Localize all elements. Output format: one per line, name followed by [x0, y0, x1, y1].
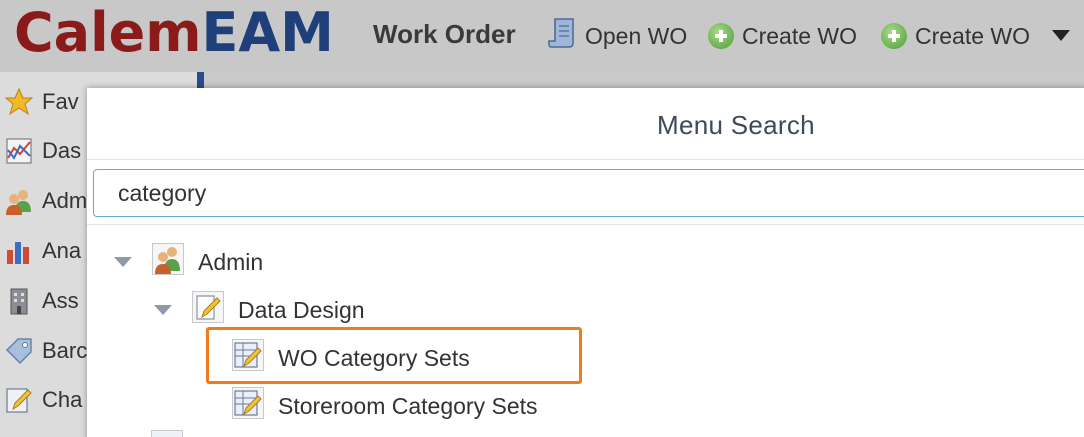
create-wo-button[interactable]: Create WO	[708, 20, 857, 52]
logo-eam-text: EAM	[201, 1, 334, 64]
tree-node-label: Data Design	[238, 296, 365, 323]
sidebar-item-label: Adm	[42, 188, 88, 213]
app-header: CalemEAM Work Order Open WO Create WO Cr…	[0, 0, 1084, 72]
edit-document-icon	[192, 291, 224, 329]
sidebar-item-asset[interactable]: Ass	[4, 283, 79, 319]
app-logo[interactable]: CalemEAM	[14, 2, 334, 64]
sidebar-item-change[interactable]: Cha	[4, 382, 82, 418]
create-wo-label: Create WO	[742, 22, 858, 49]
add-icon	[708, 23, 734, 49]
sidebar-item-label: Ana	[42, 238, 82, 263]
tree-node-admin[interactable]: Admin	[114, 242, 263, 282]
edit-table-icon	[232, 339, 264, 377]
users-icon	[6, 190, 31, 215]
create-wo-label-2: Create WO	[915, 22, 1031, 49]
divider	[87, 224, 1084, 225]
open-wo-label: Open WO	[585, 22, 688, 49]
add-icon	[881, 23, 907, 49]
users-icon	[152, 243, 184, 281]
tag-icon	[6, 338, 32, 364]
chart-line-icon	[6, 138, 32, 164]
logo-calem-text: Calem	[14, 1, 202, 64]
expand-toggle-icon[interactable]	[114, 257, 132, 267]
expand-toggle-icon[interactable]	[154, 305, 172, 315]
divider	[87, 159, 1084, 160]
bar-chart-icon	[7, 242, 29, 264]
menu-search-dialog: Menu Search Admin Data Design	[87, 88, 1084, 437]
sidebar-item-label: Fav	[42, 89, 79, 114]
tree-node-data-design[interactable]: Data Design	[154, 290, 365, 330]
tree-node-partial-icon	[151, 430, 183, 437]
module-title: Work Order	[373, 19, 516, 49]
sidebar-item-label: Cha	[42, 387, 83, 412]
sidebar-item-label: Barc	[42, 338, 88, 363]
sidebar-item-label: Ass	[42, 288, 79, 313]
menu-search-input[interactable]	[93, 169, 1084, 217]
open-wo-button[interactable]: Open WO	[547, 17, 688, 55]
star-icon	[4, 87, 34, 116]
sidebar-item-admin[interactable]: Adm	[4, 183, 87, 219]
edit-icon	[6, 388, 32, 413]
tree-leaf-storeroom-category-sets[interactable]: Storeroom Category Sets	[232, 386, 538, 426]
sidebar-item-favorites[interactable]: Fav	[4, 84, 79, 120]
edit-table-icon	[232, 387, 264, 425]
sidebar-item-dashboard[interactable]: Das	[4, 133, 81, 169]
dialog-title: Menu Search	[657, 110, 815, 140]
tree-node-label: WO Category Sets	[278, 344, 470, 371]
document-icon	[547, 17, 577, 55]
tree-leaf-wo-category-sets[interactable]: WO Category Sets	[232, 338, 470, 378]
sidebar-item-barcode[interactable]: Barc	[4, 333, 87, 369]
sidebar-item-label: Das	[42, 138, 82, 163]
sidebar-item-analytics[interactable]: Ana	[4, 233, 81, 269]
tree-node-label: Admin	[198, 248, 264, 275]
tree-node-label: Storeroom Category Sets	[278, 392, 538, 419]
building-icon	[10, 288, 28, 315]
chevron-down-icon[interactable]	[1052, 30, 1070, 41]
create-wo-button-2[interactable]: Create WO	[881, 20, 1030, 52]
